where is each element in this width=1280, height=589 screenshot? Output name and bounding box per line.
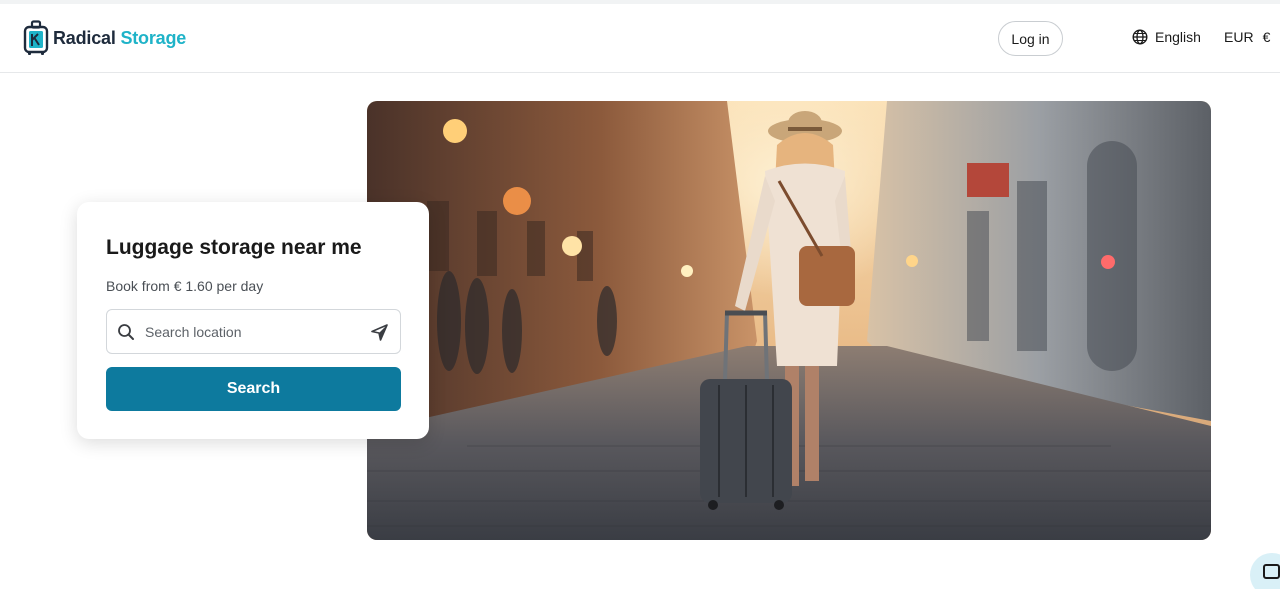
traveler-street-illustration (367, 101, 1211, 540)
search-icon (118, 324, 134, 340)
currency-selector[interactable]: EUR € (1224, 29, 1270, 45)
logo[interactable]: Radical Storage (23, 20, 186, 56)
price-subtitle: Book from € 1.60 per day (106, 278, 264, 294)
globe-icon (1132, 29, 1148, 45)
currency-symbol: € (1262, 29, 1271, 45)
location-arrow-icon[interactable] (371, 324, 388, 341)
logo-text: Radical Storage (53, 28, 186, 49)
chat-icon (1263, 564, 1280, 579)
page-title: Luggage storage near me (106, 236, 362, 259)
logo-text-storage: Storage (120, 27, 187, 48)
language-selector[interactable]: English (1132, 29, 1201, 45)
logo-text-radical: Radical (53, 27, 116, 48)
search-button[interactable]: Search (106, 367, 401, 411)
currency-code: EUR (1224, 29, 1254, 45)
login-button[interactable]: Log in (998, 21, 1063, 56)
language-label: English (1155, 29, 1201, 45)
luggage-logo-icon (23, 20, 49, 55)
search-card: Luggage storage near me Book from € 1.60… (77, 202, 429, 439)
chat-widget-button[interactable] (1250, 553, 1280, 589)
header: Radical Storage Log in English EUR € (0, 4, 1280, 73)
hero-image (367, 101, 1211, 540)
search-location-field[interactable] (106, 309, 401, 354)
search-input[interactable] (145, 310, 365, 353)
